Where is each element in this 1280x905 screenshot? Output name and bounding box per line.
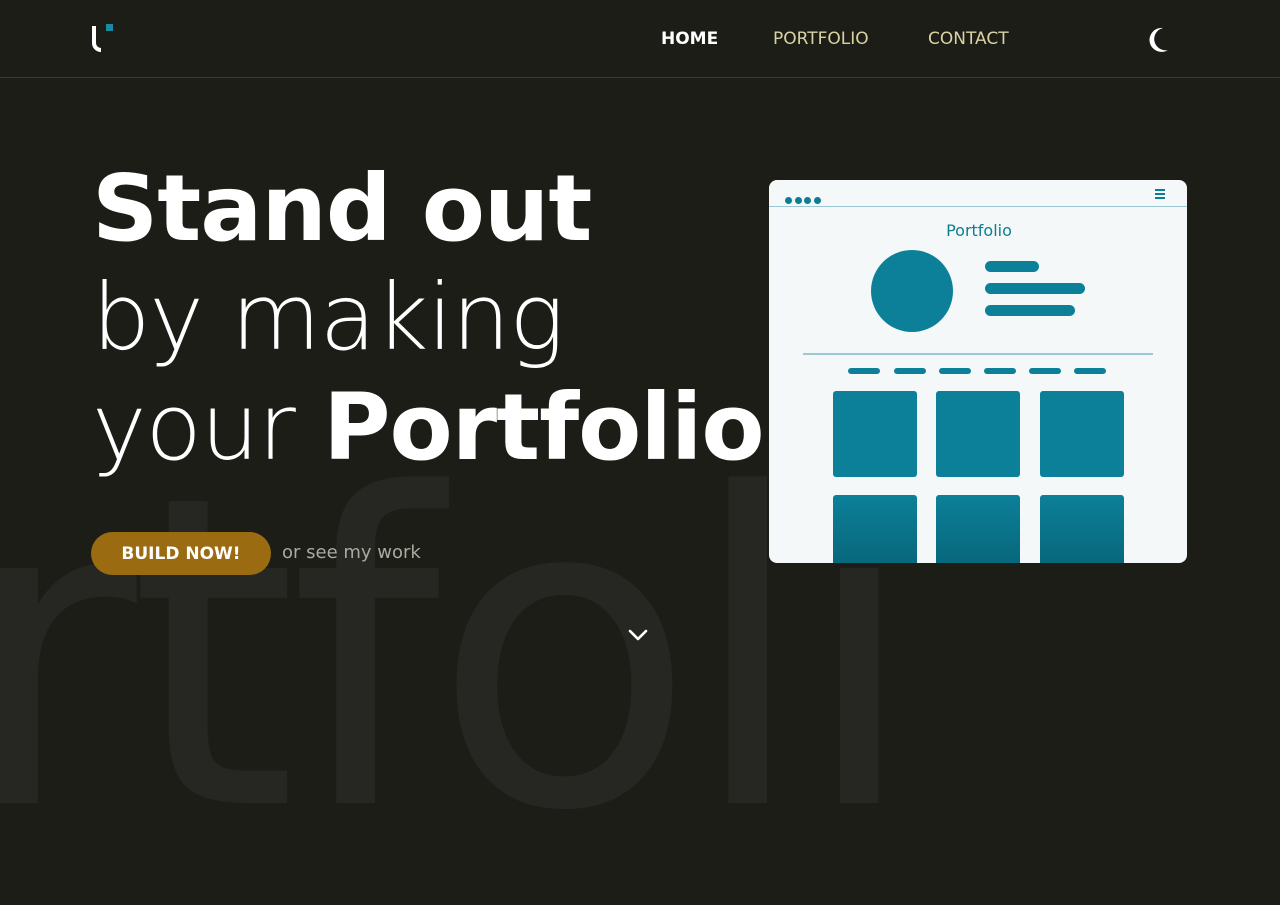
chevron-down-icon[interactable] xyxy=(627,628,649,642)
mockup-nav-pill xyxy=(939,368,971,374)
build-now-button[interactable]: BUILD NOW! xyxy=(91,532,271,575)
mockup-nav-pill xyxy=(894,368,926,374)
mockup-card xyxy=(1040,391,1124,477)
hero-line-2: by making xyxy=(92,264,564,371)
moon-icon[interactable] xyxy=(1146,26,1172,54)
mockup-card xyxy=(936,391,1020,477)
portfolio-mockup-illustration: Portfolio xyxy=(769,180,1187,563)
mockup-card xyxy=(936,495,1020,563)
nav-home-link[interactable]: HOME xyxy=(661,29,718,49)
nav-contact-link[interactable]: CONTACT xyxy=(928,29,1009,49)
mockup-divider xyxy=(803,353,1153,355)
mockup-card xyxy=(1040,495,1124,563)
see-my-work-link[interactable]: or see my work xyxy=(282,542,421,563)
mockup-nav-pill xyxy=(848,368,880,374)
hero-line-3-bold: Portfolio. xyxy=(323,374,798,481)
mockup-text-bar xyxy=(985,283,1085,294)
mockup-browser-bar xyxy=(769,180,1187,207)
mockup-card xyxy=(833,495,917,563)
nav-portfolio-link[interactable]: PORTFOLIO xyxy=(773,29,869,49)
mockup-window-dots xyxy=(785,189,823,208)
mockup-nav-pill xyxy=(1074,368,1106,374)
hero-line-3: your Portfolio. xyxy=(92,382,799,474)
mockup-title: Portfolio xyxy=(946,221,1012,240)
hero-line-1: Stand out xyxy=(92,155,592,262)
mockup-text-bar xyxy=(985,305,1075,316)
hamburger-menu-icon xyxy=(1155,189,1165,201)
mockup-nav-pill xyxy=(984,368,1016,374)
mockup-card xyxy=(833,391,917,477)
mockup-text-bar xyxy=(985,261,1039,272)
site-header: HOME PORTFOLIO CONTACT xyxy=(0,0,1280,78)
hero-line-3-light: your xyxy=(92,374,324,481)
mockup-nav-pill xyxy=(1029,368,1061,374)
mockup-avatar xyxy=(871,250,953,332)
logo-icon[interactable] xyxy=(90,24,116,56)
